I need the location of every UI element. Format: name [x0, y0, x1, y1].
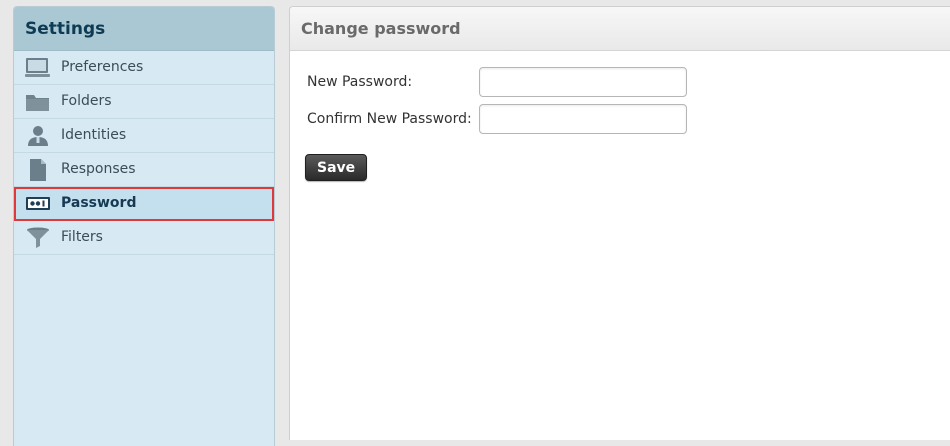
- folder-icon: [25, 91, 51, 113]
- sidebar-item-folders[interactable]: Folders: [14, 85, 274, 119]
- page-title: Change password: [301, 19, 461, 38]
- sidebar-item-label: Identities: [61, 127, 127, 143]
- save-button[interactable]: Save: [305, 154, 368, 181]
- sidebar-item-preferences[interactable]: Preferences: [14, 51, 274, 85]
- password-icon: [25, 193, 51, 215]
- sidebar-item-filters[interactable]: Filters: [14, 221, 274, 255]
- sidebar-header: Settings: [14, 7, 274, 51]
- sidebar-item-label: Folders: [61, 93, 112, 109]
- sidebar-item-label: Preferences: [61, 59, 144, 75]
- confirm-password-input[interactable]: [479, 104, 687, 134]
- new-password-label: New Password:: [307, 74, 413, 90]
- monitor-icon: [25, 57, 51, 79]
- funnel-icon: [25, 227, 51, 249]
- sidebar-item-identities[interactable]: Identities: [14, 119, 274, 153]
- new-password-input[interactable]: [479, 67, 687, 97]
- document-icon: [25, 159, 51, 181]
- sidebar-item-responses[interactable]: Responses: [14, 153, 274, 187]
- sidebar-title: Settings: [25, 18, 106, 39]
- change-password-panel: Change password New Password: Confirm Ne…: [289, 6, 950, 440]
- confirm-password-row: Confirm New Password:: [307, 104, 687, 134]
- sidebar-item-label: Filters: [61, 229, 103, 245]
- panel-header: Change password: [290, 7, 950, 51]
- sidebar-item-password[interactable]: Password: [14, 187, 274, 221]
- person-icon: [25, 125, 51, 147]
- sidebar-item-label: Password: [61, 195, 137, 211]
- new-password-row: New Password:: [307, 67, 687, 97]
- confirm-password-label: Confirm New Password:: [307, 111, 472, 127]
- settings-sidebar: Settings Preferences Folders Identities …: [13, 6, 275, 446]
- sidebar-item-label: Responses: [61, 161, 136, 177]
